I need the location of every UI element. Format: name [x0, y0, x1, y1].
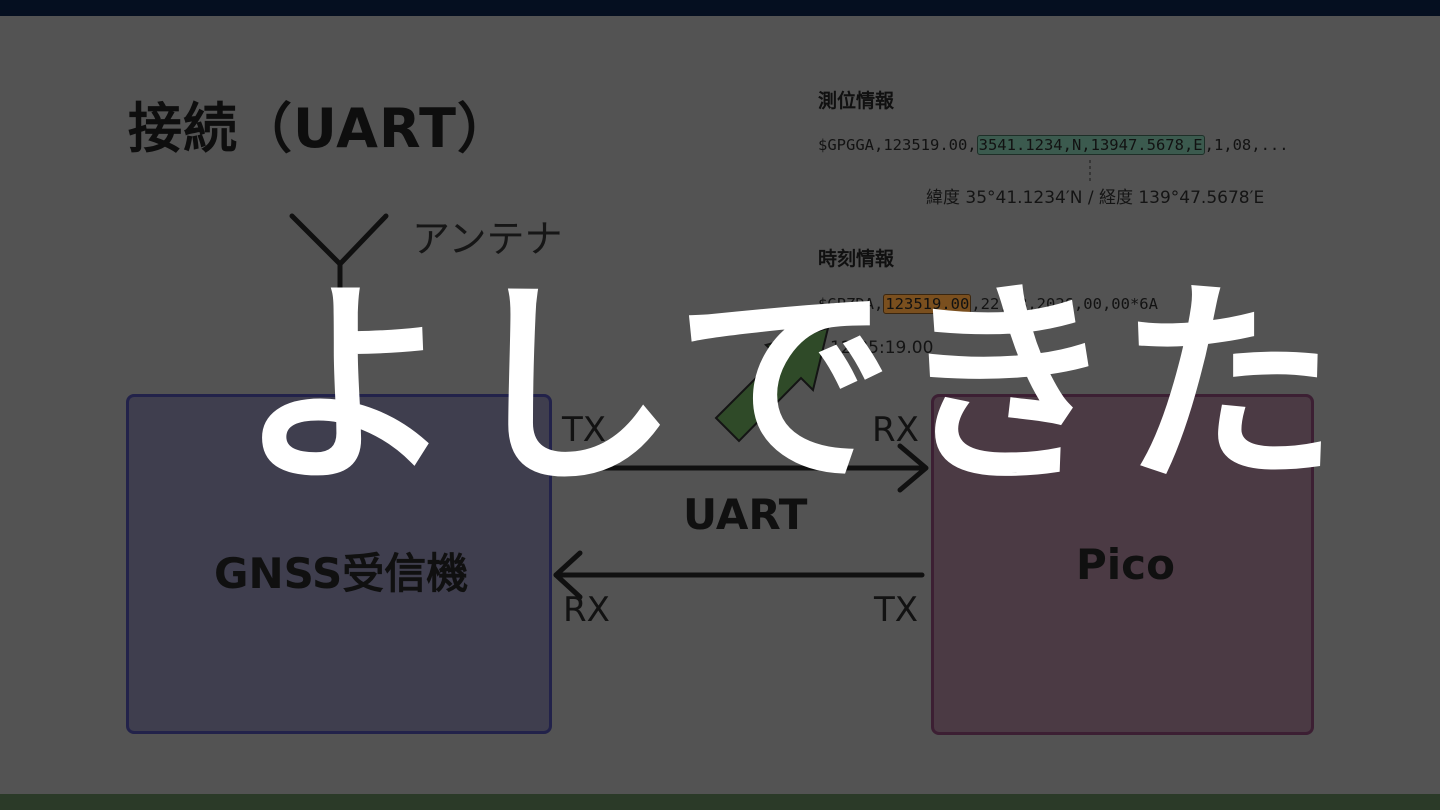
gnss-receiver-label: GNSS受信機 — [214, 549, 469, 598]
gpgga-suffix: ,1,08,... — [1204, 136, 1289, 154]
rx-from-tx-arrow — [553, 550, 925, 600]
overlay-caption: よしできた — [238, 261, 1342, 514]
pico-tx-label: TX — [874, 590, 919, 630]
gnss-rx-label: RX — [563, 590, 610, 630]
gpgga-sentence: $GPGGA,123519.00, 3541.1234,N,13947.5678,… — [818, 135, 1289, 155]
position-info-heading: 測位情報 — [818, 90, 895, 112]
bottom-bar — [0, 794, 1440, 810]
gpgga-position-highlight: 3541.1234,N,13947.5678,E — [976, 135, 1205, 155]
decoded-coordinates: 緯度 35°41.1234′N / 経度 139°47.5678′E — [926, 188, 1265, 208]
pico-label: Pico — [1076, 540, 1175, 589]
antenna-label: アンテナ — [412, 217, 563, 261]
gpgga-prefix: $GPGGA,123519.00, — [818, 136, 977, 154]
